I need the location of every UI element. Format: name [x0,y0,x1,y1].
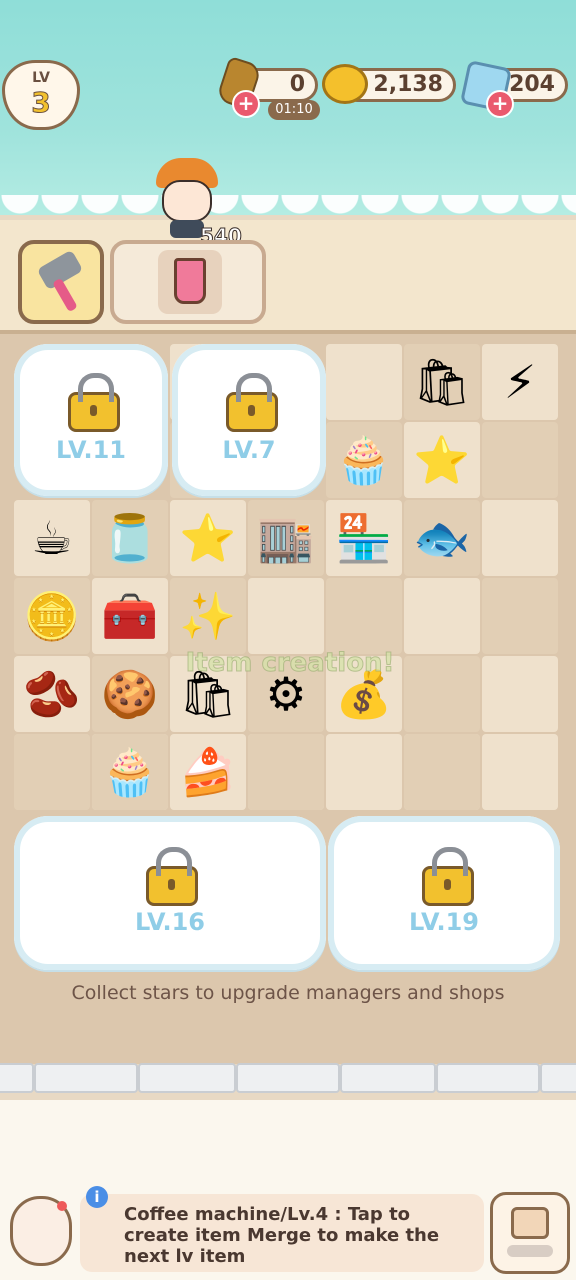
shop-building-item[interactable]: 🏬 [248,500,324,576]
storage-box-button[interactable] [490,1192,570,1274]
board-cell[interactable] [248,734,324,810]
hammer-tool-button[interactable] [18,240,104,324]
cupcake-item[interactable]: 🧁 [326,422,402,498]
level-label: LV [32,70,50,86]
selected-item-panel[interactable] [110,240,266,324]
three-stars-item[interactable]: ✨ [170,578,246,654]
hint-text: Collect stars to upgrade managers and sh… [71,982,505,1004]
curb-stone [340,1063,436,1093]
lock-icon [146,847,198,906]
coin-count: 2,138 [373,72,443,97]
curb-stone [138,1063,236,1093]
character-body [170,220,204,238]
notification-dot [57,1201,67,1211]
item-creation-toast: Item creation! [185,648,395,679]
coffee-pot-item[interactable]: ☕ [14,500,90,576]
gem-add-button[interactable]: + [486,90,514,118]
board-cell[interactable] [326,578,402,654]
curb-stone [34,1063,138,1093]
item-info-box: i Coffee machine/Lv.4 : Tap to create it… [80,1186,484,1272]
level-number: 3 [31,86,51,120]
coffee-beans-item[interactable]: 🫘 [14,656,90,732]
storage-label-bar [507,1245,553,1257]
locked-area-level: LV.19 [409,908,479,936]
energy-count: 0 [289,72,305,97]
star-item[interactable]: ⭐ [404,422,480,498]
info-text: Coffee machine/Lv.4 : Tap to create item… [124,1204,440,1267]
lock-icon [68,373,120,432]
cream-dessert-item[interactable]: 🍰 [170,734,246,810]
board-cell[interactable] [482,656,558,732]
curb-stone [236,1063,340,1093]
board-cell[interactable] [326,734,402,810]
locked-area-level: LV.16 [135,908,205,936]
hammer-handle [52,277,78,313]
board-cell[interactable] [248,578,324,654]
locked-area-level: LV.11 [56,436,126,464]
coffee-bean-bag-item[interactable]: 🛍 [404,344,480,420]
board-cell[interactable] [404,734,480,810]
small-shop-item[interactable]: 🏪 [326,500,402,576]
board-cell[interactable] [326,344,402,420]
board-cell[interactable] [482,422,558,498]
gem-count: 204 [509,72,555,97]
board-cell[interactable] [482,500,558,576]
muffin-item[interactable]: 🧁 [92,734,168,810]
coin-stack-item[interactable]: 🪙 [14,578,90,654]
coffee-cup-icon [174,258,206,304]
info-icon: i [86,1186,108,1208]
curb-stone [0,1063,34,1093]
board-cell[interactable] [404,578,480,654]
locked-chest-item[interactable]: 🧰 [92,578,168,654]
energy-bolt-item[interactable]: ⚡ [482,344,558,420]
energy-timer: 01:10 [268,100,320,120]
board-cell[interactable] [482,734,558,810]
lock-icon [422,847,474,906]
two-stars-item[interactable]: ⭐ [170,500,246,576]
cat-cookies-item[interactable]: 🍪 [92,656,168,732]
curb-stone [540,1063,576,1093]
character-face [162,180,212,222]
coin-icon [322,64,368,104]
board-cell[interactable] [14,734,90,810]
board-cell[interactable] [482,578,558,654]
lock-icon [226,373,278,432]
fish-bread-item[interactable]: 🐟 [404,500,480,576]
curb-stone [436,1063,540,1093]
bag-button[interactable] [10,1196,72,1266]
coffee-jar-item[interactable]: 🫙 [92,500,168,576]
storage-box-icon [511,1207,549,1239]
energy-add-button[interactable]: + [232,90,260,118]
locked-area-level: LV.7 [222,436,276,464]
level-badge[interactable]: LV 3 [2,60,80,130]
